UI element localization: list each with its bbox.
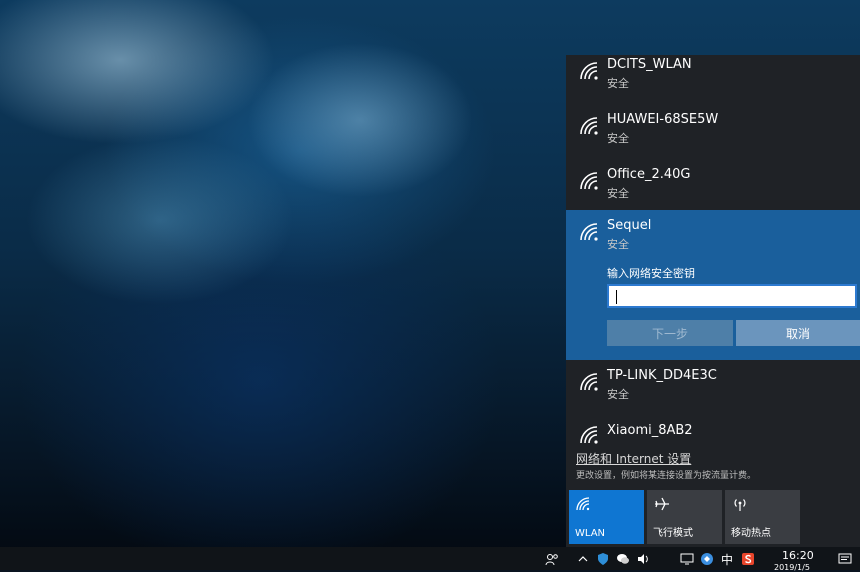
wifi-network-item[interactable]: Xiaomi_8AB2	[566, 415, 860, 449]
mobile-hotspot-tile[interactable]: 移动热点	[725, 490, 800, 544]
network-settings-link[interactable]: 网络和 Internet 设置	[576, 450, 691, 467]
wifi-network-item[interactable]: HUAWEI-68SE5W 安全	[566, 104, 860, 160]
wifi-network-name: HUAWEI-68SE5W	[607, 112, 719, 127]
wifi-network-status: 安全	[607, 132, 629, 145]
security-key-label: 输入网络安全密钥	[607, 267, 695, 280]
tile-label: WLAN	[575, 528, 606, 539]
shield-icon[interactable]	[596, 552, 610, 566]
airplane-mode-tile[interactable]: 飞行模式	[647, 490, 722, 544]
wifi-network-item[interactable]: Office_2.40G 安全	[566, 159, 860, 215]
wifi-network-name: Sequel	[607, 218, 652, 233]
volume-icon[interactable]	[636, 552, 650, 566]
wifi-network-name: DCITS_WLAN	[607, 57, 692, 72]
wifi-network-status: 安全	[607, 238, 629, 251]
cancel-button[interactable]: 取消	[736, 320, 860, 346]
text-caret	[616, 290, 617, 304]
wifi-flyout: DCITS_WLAN 安全 HUAWEI-68SE5W 安全 Office_2.…	[566, 55, 860, 547]
wifi-network-item[interactable]: DCITS_WLAN 安全	[566, 55, 860, 105]
wechat-icon[interactable]	[616, 552, 630, 566]
network-settings-description: 更改设置，例如将某连接设置为按流量计费。	[576, 471, 757, 481]
tile-label: 移动热点	[731, 528, 771, 539]
wlan-toggle-tile[interactable]: WLAN	[569, 490, 644, 544]
wifi-icon	[576, 497, 590, 511]
chevron-up-icon[interactable]	[576, 552, 590, 566]
wifi-network-selected[interactable]: Sequel 安全 输入网络安全密钥 下一步 取消	[566, 210, 860, 360]
wifi-signal-icon	[580, 223, 598, 241]
wifi-network-status: 安全	[607, 388, 629, 401]
tile-label: 飞行模式	[653, 528, 693, 539]
wifi-network-status: 安全	[607, 77, 629, 90]
wifi-network-name: Office_2.40G	[607, 167, 691, 182]
notification-icon[interactable]	[838, 552, 852, 566]
wifi-network-status: 安全	[607, 187, 629, 200]
wifi-signal-icon	[580, 426, 598, 444]
display-icon[interactable]	[680, 552, 694, 566]
wifi-signal-icon	[580, 62, 598, 80]
sogou-icon[interactable]	[741, 552, 755, 566]
people-icon[interactable]	[545, 552, 559, 566]
app-tray-icon[interactable]	[700, 552, 714, 566]
wifi-signal-icon	[580, 172, 598, 190]
hotspot-icon	[734, 499, 746, 511]
clock-date[interactable]: 2019/1/5	[774, 563, 810, 572]
wifi-signal-icon	[580, 117, 598, 135]
security-key-input[interactable]	[607, 284, 857, 308]
input-method-indicator[interactable]: 中	[721, 551, 733, 568]
wifi-network-name: TP-LINK_DD4E3C	[607, 368, 717, 383]
airplane-icon	[655, 497, 669, 511]
clock-time[interactable]: 16:20	[782, 549, 814, 562]
taskbar: 中 16:20 2019/1/5	[0, 547, 860, 572]
next-button[interactable]: 下一步	[607, 320, 733, 346]
wifi-network-item[interactable]: TP-LINK_DD4E3C 安全	[566, 360, 860, 416]
wifi-signal-icon	[580, 373, 598, 391]
wifi-network-name: Xiaomi_8AB2	[607, 423, 693, 438]
